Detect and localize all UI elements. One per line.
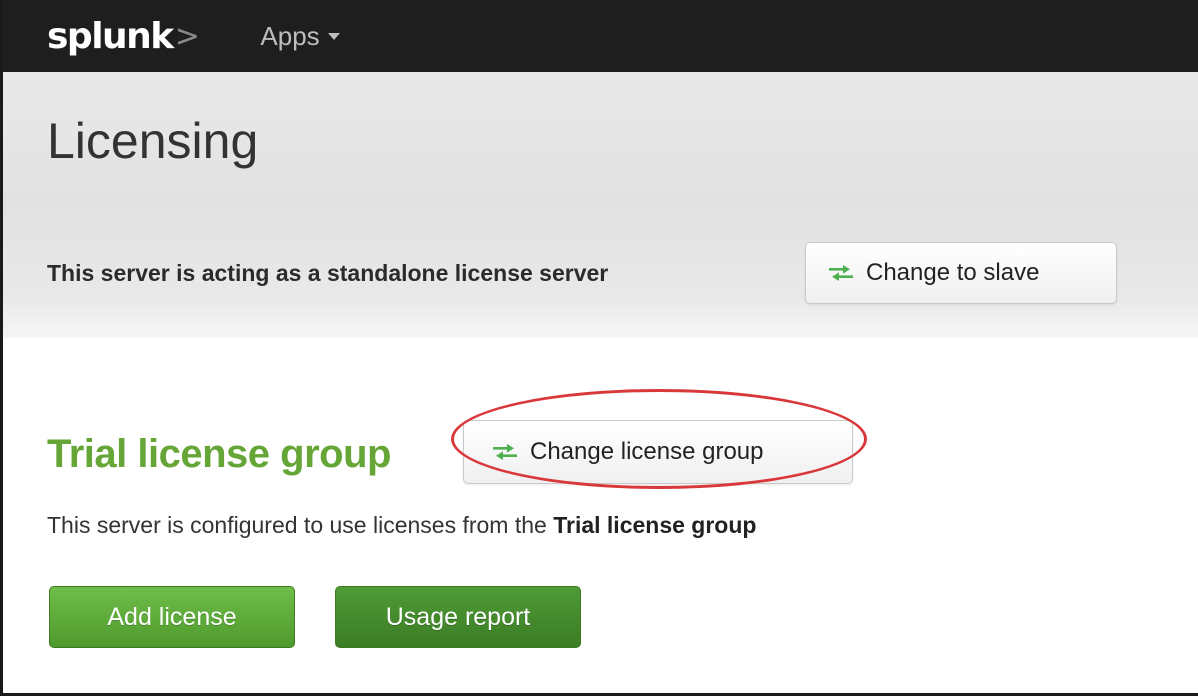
usage-report-button[interactable]: Usage report bbox=[335, 586, 581, 648]
add-license-button[interactable]: Add license bbox=[49, 586, 295, 648]
description-text: This server is configured to use license… bbox=[47, 512, 554, 538]
logo-text: splunk bbox=[47, 15, 174, 57]
caret-down-icon bbox=[327, 32, 340, 40]
change-to-slave-button[interactable]: Change to slave bbox=[805, 242, 1117, 304]
top-nav-bar: splunk > Apps bbox=[3, 0, 1198, 72]
change-license-group-button[interactable]: Change license group bbox=[463, 420, 853, 484]
license-group-description: This server is configured to use license… bbox=[47, 512, 756, 539]
app-frame: splunk > Apps Licensing This server is ac… bbox=[0, 0, 1198, 696]
server-status-text: This server is acting as a standalone li… bbox=[47, 260, 609, 286]
apps-menu[interactable]: Apps bbox=[260, 20, 340, 52]
server-status-band: This server is acting as a standalone li… bbox=[3, 204, 1198, 338]
logo-chevron-icon: > bbox=[174, 18, 200, 54]
splunk-logo[interactable]: splunk > bbox=[47, 15, 200, 57]
change-to-slave-label: Change to slave bbox=[866, 259, 1040, 286]
description-group-name: Trial license group bbox=[553, 512, 757, 538]
apps-menu-label: Apps bbox=[260, 20, 320, 51]
page-title: Licensing bbox=[47, 113, 259, 169]
license-group-title: Trial license group bbox=[47, 432, 391, 476]
swap-arrows-icon bbox=[493, 444, 517, 460]
swap-arrows-icon bbox=[829, 265, 853, 281]
change-license-group-label: Change license group bbox=[530, 438, 764, 465]
page-header: Licensing bbox=[3, 72, 1198, 204]
